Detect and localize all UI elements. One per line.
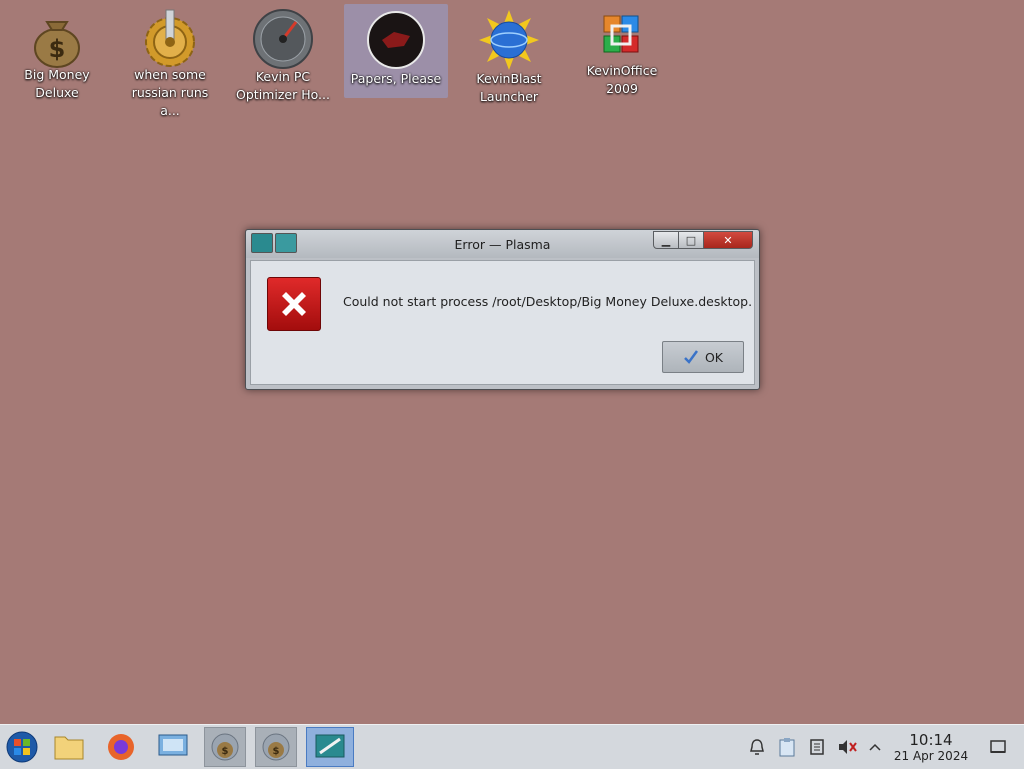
volume-muted-icon (839, 740, 857, 754)
ok-button-label: OK (704, 349, 724, 365)
desktop-icon-label: russian runs a... (131, 85, 209, 118)
desktop-icon-label: Launcher (479, 89, 539, 104)
taskbar-plasma-error[interactable] (306, 727, 354, 767)
desktop-icon-label: Big Money (24, 67, 90, 82)
error-icon (267, 277, 321, 331)
desktop-icon-label: Papers, Please (350, 71, 442, 86)
clock-time: 10:14 (909, 731, 953, 749)
bell-icon (750, 739, 764, 755)
globe-sun-icon (477, 8, 541, 72)
desktop-icon-kevinoffice-2009[interactable]: KevinOffice 2009 (570, 4, 674, 98)
show-desktop-button[interactable] (984, 725, 1012, 769)
taskbar-file-manager[interactable] (48, 727, 90, 767)
ok-button[interactable]: OK (662, 341, 744, 373)
money-bag-icon: $ (211, 733, 239, 761)
clock-date: 21 Apr 2024 (893, 749, 969, 763)
checkmark-icon (684, 350, 698, 364)
plasma-error-icon (315, 734, 345, 758)
error-dialog: Error — Plasma ▁ □ ✕ Could not start pro… (245, 229, 760, 390)
desktop-icon-kevinblast-launcher[interactable]: KevinBlast Launcher (457, 4, 561, 104)
gear-icon (138, 8, 202, 68)
system-settings-icon (158, 734, 188, 756)
desktop-icon-label: when some (134, 67, 206, 82)
taskbar-big-money-1[interactable]: $ (204, 727, 246, 767)
desktop-icon-when-some-russian[interactable]: when some russian runs a... (118, 4, 222, 118)
svg-text:$: $ (222, 746, 229, 757)
start-orb-icon (6, 731, 38, 763)
dialog-body: Could not start process /root/Desktop/Bi… (250, 260, 755, 385)
clipboard-tray-icon[interactable] (774, 725, 800, 769)
taskbar-settings[interactable] (152, 727, 194, 767)
folder-icon (54, 736, 84, 760)
svg-text:$: $ (273, 746, 280, 757)
svg-text:$: $ (49, 35, 66, 63)
chevron-up-icon (869, 743, 881, 751)
office-icon (590, 8, 654, 64)
desktop-icon-label: KevinOffice (586, 63, 658, 78)
desktop-icon-label: Kevin PC (255, 69, 311, 84)
desktop-icon-label: KevinBlast (476, 71, 542, 86)
digital-clock[interactable]: 10:14 21 Apr 2024 (888, 731, 974, 764)
money-bag-icon: $ (262, 733, 290, 761)
desktop-icon-label: Optimizer Ho... (236, 87, 330, 102)
minimize-button[interactable]: ▁ (653, 231, 679, 249)
firefox-icon (108, 734, 134, 760)
dialog-titlebar[interactable]: Error — Plasma ▁ □ ✕ (246, 230, 759, 258)
close-button[interactable]: ✕ (704, 231, 753, 249)
desktop-icon-big-money-deluxe[interactable]: $ Big Money Deluxe (5, 4, 109, 100)
desktop-icon-label: Deluxe (35, 85, 79, 100)
clipboard-icon (779, 738, 795, 757)
papers-please-icon (364, 8, 428, 72)
notes-icon (810, 739, 824, 755)
desktop-icon-papers-please[interactable]: Papers, Please (344, 4, 448, 98)
desktop-icon-kevin-pc-optimizer[interactable]: Kevin PC Optimizer Ho... (231, 4, 335, 102)
money-bag-icon: $ (25, 8, 89, 68)
taskbar: $ $ 10:14 21 Apr 2024 (0, 724, 1024, 769)
taskbar-big-money-2[interactable]: $ (255, 727, 297, 767)
show-desktop-icon (990, 740, 1006, 753)
notifications-tray-icon[interactable] (744, 725, 770, 769)
maximize-button[interactable]: □ (679, 231, 704, 249)
start-menu-button[interactable] (1, 727, 43, 767)
error-message: Could not start process /root/Desktop/Bi… (343, 294, 753, 309)
notes-tray-icon[interactable] (804, 725, 830, 769)
desktop-icon-label: 2009 (606, 81, 638, 96)
taskbar-firefox[interactable] (100, 727, 142, 767)
volume-tray-icon[interactable] (834, 725, 860, 769)
speedometer-icon (251, 8, 315, 70)
tray-expand-button[interactable] (862, 725, 888, 769)
